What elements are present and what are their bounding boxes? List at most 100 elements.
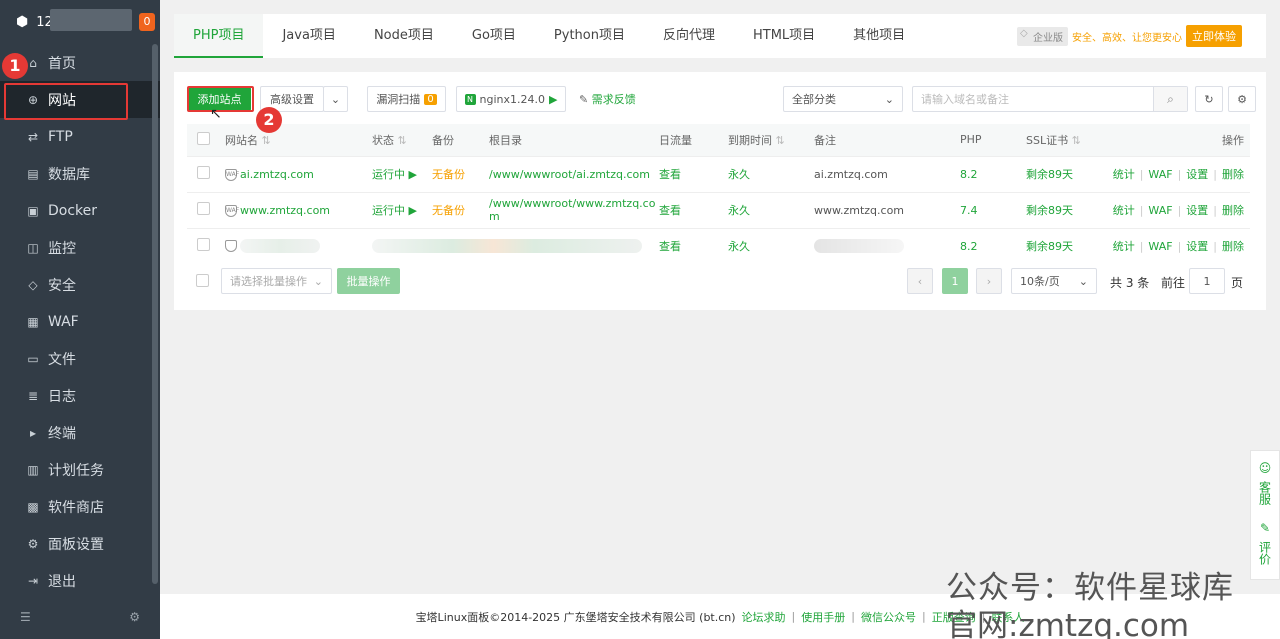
select-all-checkbox[interactable] xyxy=(197,131,210,145)
sidebar-scrollbar[interactable] xyxy=(152,44,158,584)
row-checkbox[interactable] xyxy=(197,166,210,179)
col-status[interactable]: 状态 ⇅ xyxy=(372,124,432,156)
backup-link[interactable]: 无备份 xyxy=(432,155,489,192)
sidebar-item-docker[interactable]: ▣ Docker xyxy=(0,192,160,229)
col-site-name[interactable]: 网站名 ⇅ xyxy=(225,124,372,156)
php-version[interactable]: 8.2 xyxy=(960,155,1026,192)
action-0[interactable]: 统计 xyxy=(1113,168,1135,181)
sidebar-item-waf[interactable]: ▦ WAF xyxy=(0,303,160,340)
sidebar-item-label: 数据库 xyxy=(48,166,90,183)
footer-link-wechat[interactable]: 微信公众号 xyxy=(861,609,916,625)
note-text[interactable]: www.zmtzq.com xyxy=(814,191,960,228)
sidebar-item-shield[interactable]: ◇ 安全 xyxy=(0,266,160,303)
php-version[interactable]: 8.2 xyxy=(960,227,1026,264)
footer-link-forum[interactable]: 论坛求助 xyxy=(742,609,786,625)
action-1[interactable]: WAF xyxy=(1148,240,1172,253)
sidebar-item-monitor[interactable]: ◫ 监控 xyxy=(0,229,160,266)
category-select[interactable]: 全部分类 ⌄ xyxy=(783,86,903,112)
sidebar-item-log[interactable]: ≣ 日志 xyxy=(0,377,160,414)
root-dir-link[interactable]: /www/wwwroot/www.zmtzq.co m xyxy=(489,191,659,228)
col-expire[interactable]: 到期时间 ⇅ xyxy=(728,124,814,156)
traffic-link[interactable]: 查看 xyxy=(659,191,728,228)
sidebar-item-terminal[interactable]: ▸ 终端 xyxy=(0,414,160,451)
sidebar-item-apps[interactable]: ▩ 软件商店 xyxy=(0,488,160,525)
notification-badge[interactable]: 0 xyxy=(139,13,155,31)
goto-page-input[interactable]: 1 xyxy=(1189,268,1225,294)
action-3[interactable]: 删除 xyxy=(1222,204,1244,217)
review-button[interactable]: 评价 xyxy=(1257,541,1274,565)
site-name-link[interactable]: ai.zmtzq.com xyxy=(240,168,314,181)
search-box: 请输入域名或备注 ⌕ xyxy=(912,86,1188,112)
site-name-link[interactable]: www.zmtzq.com xyxy=(240,204,330,217)
total-count: 共 3 条 xyxy=(1110,276,1150,290)
batch-select[interactable]: 请选择批量操作 ⌄ xyxy=(221,268,332,294)
current-page[interactable]: 1 xyxy=(942,268,968,294)
next-page-button[interactable]: › xyxy=(976,268,1002,294)
row-checkbox[interactable] xyxy=(197,202,210,215)
action-3[interactable]: 删除 xyxy=(1222,240,1244,253)
sidebar-item-calendar[interactable]: ▥ 计划任务 xyxy=(0,451,160,488)
note-text[interactable]: ai.zmtzq.com xyxy=(814,155,960,192)
settings-icon[interactable]: ⚙ xyxy=(1228,86,1256,112)
action-2[interactable]: 设置 xyxy=(1186,204,1208,217)
nginx-button[interactable]: Nnginx1.24.0 ▶ xyxy=(456,86,566,112)
sidebar-item-globe[interactable]: ⊕ 网站 xyxy=(0,81,160,120)
tab-6[interactable]: HTML项目 xyxy=(734,14,834,58)
sidebar-item-database[interactable]: ▤ 数据库 xyxy=(0,155,160,192)
tab-2[interactable]: Node项目 xyxy=(355,14,453,58)
collapse-menu-icon[interactable]: ☰ xyxy=(20,610,31,624)
status-toggle[interactable]: 运行中 ▶ xyxy=(372,155,432,192)
action-3[interactable]: 删除 xyxy=(1222,168,1244,181)
tab-3[interactable]: Go项目 xyxy=(453,14,535,58)
action-2[interactable]: 设置 xyxy=(1186,168,1208,181)
tab-0[interactable]: PHP项目 xyxy=(174,14,264,58)
expire-date[interactable]: 永久 xyxy=(728,155,814,192)
tab-5[interactable]: 反向代理 xyxy=(644,14,734,58)
sidebar-item-settings[interactable]: ⚙ 面板设置 xyxy=(0,525,160,562)
expire-date[interactable]: 永久 xyxy=(728,227,814,264)
try-enterprise-button[interactable]: 立即体验 xyxy=(1186,25,1242,47)
action-0[interactable]: 统计 xyxy=(1113,204,1135,217)
ssl-status[interactable]: 剩余89天 xyxy=(1026,191,1112,228)
traffic-link[interactable]: 查看 xyxy=(659,227,728,264)
vuln-scan-button[interactable]: 漏洞扫描 0 xyxy=(367,86,446,112)
search-icon[interactable]: ⌕ xyxy=(1153,87,1187,111)
search-input[interactable]: 请输入域名或备注 xyxy=(913,91,1153,107)
tab-1[interactable]: Java项目 xyxy=(263,14,354,58)
sidebar-item-ftp[interactable]: ⇄ FTP xyxy=(0,118,160,155)
ssl-status[interactable]: 剩余89天 xyxy=(1026,155,1112,192)
table-row: WAFwww.zmtzq.com 运行中 ▶ 无备份/www/wwwroot/www… xyxy=(187,191,1250,228)
nginx-icon: N xyxy=(464,93,476,105)
status-toggle[interactable]: 运行中 ▶ xyxy=(372,191,432,228)
sidebar-item-logout[interactable]: ⇥ 退出 xyxy=(0,562,160,599)
gear-icon[interactable]: ⚙ xyxy=(129,610,140,624)
action-2[interactable]: 设置 xyxy=(1186,240,1208,253)
footer-link-manual[interactable]: 使用手册 xyxy=(801,609,845,625)
batch-action-button[interactable]: 批量操作 xyxy=(337,268,400,294)
refresh-icon[interactable]: ↻ xyxy=(1195,86,1223,112)
root-dir-link[interactable]: /www/wwwroot/ai.zmtzq.com xyxy=(489,155,659,192)
page-size-select[interactable]: 10条/页 ⌄ xyxy=(1011,268,1097,294)
action-1[interactable]: WAF xyxy=(1148,168,1172,181)
traffic-link[interactable]: 查看 xyxy=(659,155,728,192)
chevron-down-icon[interactable]: ⌄ xyxy=(323,86,348,112)
sidebar-item-label: FTP xyxy=(48,128,73,145)
tab-7[interactable]: 其他项目 xyxy=(834,14,924,58)
sidebar-item-folder[interactable]: ▭ 文件 xyxy=(0,340,160,377)
expire-date[interactable]: 永久 xyxy=(728,191,814,228)
php-version[interactable]: 7.4 xyxy=(960,191,1026,228)
database-icon: ▤ xyxy=(27,166,39,181)
ssl-status[interactable]: 剩余89天 xyxy=(1026,227,1112,264)
backup-link[interactable]: 无备份 xyxy=(432,191,489,228)
prev-page-button[interactable]: ‹ xyxy=(907,268,933,294)
action-1[interactable]: WAF xyxy=(1148,204,1172,217)
footer-select-checkbox[interactable] xyxy=(196,274,209,287)
tab-4[interactable]: Python项目 xyxy=(535,14,644,58)
feedback-link[interactable]: ✎ 需求反馈 xyxy=(579,91,636,107)
shield-icon: WAF xyxy=(225,204,239,217)
action-0[interactable]: 统计 xyxy=(1113,240,1135,253)
row-checkbox[interactable] xyxy=(197,238,210,252)
col-ssl[interactable]: SSL证书 ⇅ xyxy=(1026,124,1112,156)
service-button[interactable]: 客服 xyxy=(1257,481,1274,505)
col-php: PHP xyxy=(960,124,1026,156)
